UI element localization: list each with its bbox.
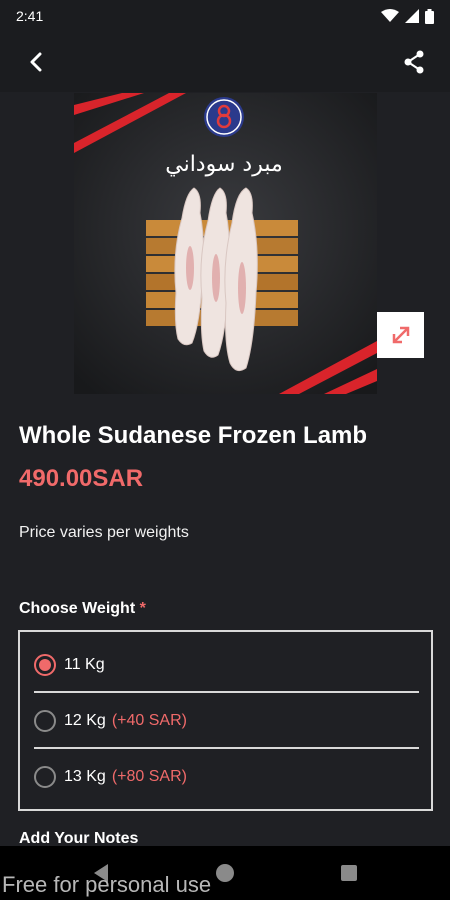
radio-button[interactable] — [34, 654, 56, 676]
status-icons — [381, 8, 434, 24]
choose-weight-heading: Choose Weight * — [19, 600, 146, 618]
share-button[interactable] — [396, 44, 432, 80]
product-photo: مبرد سوداني — [74, 93, 377, 394]
nav-home-icon — [216, 864, 234, 882]
radio-button[interactable] — [34, 766, 56, 788]
option-extra-price: (+40 SAR) — [111, 712, 187, 729]
signal-icon — [405, 9, 419, 23]
option-label: 12 Kg — [64, 712, 106, 729]
status-time: 2:41 — [16, 8, 44, 24]
product-price: 490.00SAR — [19, 465, 144, 492]
nav-home-button[interactable] — [208, 856, 242, 890]
radio-button[interactable] — [34, 710, 56, 732]
image-arabic-title: مبرد سوداني — [165, 152, 283, 177]
back-button[interactable] — [18, 44, 54, 80]
nav-recents-icon — [341, 865, 357, 881]
weight-option-13kg[interactable]: 13 Kg (+80 SAR) — [20, 749, 431, 805]
app-bar — [0, 32, 450, 92]
expand-icon — [392, 326, 409, 344]
product-image[interactable]: مبرد سوداني — [74, 93, 377, 394]
watermark: Free for personal use — [2, 872, 212, 897]
weight-options: 11 Kg 12 Kg (+40 SAR) 13 Kg (+80 SAR) — [18, 630, 433, 811]
status-bar: 2:41 — [0, 0, 450, 32]
price-note: Price varies per weights — [19, 524, 189, 541]
option-label: 11 Kg — [64, 656, 105, 673]
battery-icon — [425, 8, 434, 24]
required-mark: * — [139, 600, 146, 617]
option-label: 13 Kg — [64, 768, 106, 785]
weight-option-11kg[interactable]: 11 Kg — [20, 637, 431, 693]
option-extra-price: (+80 SAR) — [111, 768, 187, 785]
nav-recents-button[interactable] — [332, 856, 366, 890]
wifi-icon — [381, 9, 399, 22]
share-icon — [404, 50, 424, 74]
choose-weight-label: Choose Weight — [19, 600, 136, 617]
weight-option-12kg[interactable]: 12 Kg (+40 SAR) — [20, 693, 431, 749]
expand-image-button[interactable] — [377, 312, 424, 358]
product-title: Whole Sudanese Frozen Lamb — [19, 422, 368, 449]
back-arrow-icon — [30, 52, 42, 72]
